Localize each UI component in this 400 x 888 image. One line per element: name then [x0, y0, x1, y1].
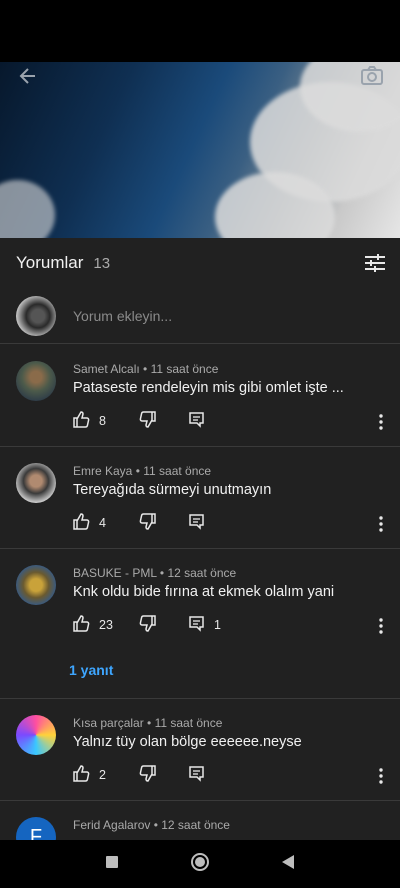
camera-icon[interactable]: [358, 62, 386, 90]
like-count: 8: [99, 414, 106, 428]
reply-count: 1: [214, 618, 221, 632]
reply-icon: [188, 411, 205, 431]
like-count: 4: [99, 516, 106, 530]
comment-author[interactable]: Ferid Agalarov: [73, 818, 150, 832]
home-icon[interactable]: [190, 852, 210, 877]
snow-tree: [0, 180, 55, 238]
reply-button[interactable]: [188, 765, 205, 785]
comment-item: F Ferid Agalarov • 12 saat önce: [0, 801, 400, 840]
more-vert-icon[interactable]: [376, 413, 386, 431]
like-button[interactable]: 4: [73, 513, 106, 533]
view-replies-link[interactable]: 1 yanıt: [69, 662, 113, 678]
filter-icon[interactable]: [362, 250, 388, 276]
dislike-button[interactable]: [139, 765, 156, 785]
comment-item: Samet Alcalı • 11 saat önce Pataseste re…: [0, 345, 400, 447]
like-count: 2: [99, 768, 106, 782]
comment-meta: BASUKE - PML • 12 saat önce: [73, 566, 237, 580]
comment-item: Emre Kaya • 11 saat önce Tereyağıda sürm…: [0, 447, 400, 549]
like-count: 23: [99, 618, 113, 632]
comment-actions: 2: [73, 765, 393, 785]
comment-time: 11 saat önce: [150, 362, 219, 376]
comment-text: Yalnız tüy olan bölge eeeeee.neyse: [73, 734, 302, 750]
comments-header: Yorumlar 13: [0, 238, 400, 288]
comment-time: 11 saat önce: [143, 464, 212, 478]
back-triangle-icon[interactable]: [281, 854, 295, 875]
comment-item: Kısa parçalar • 11 saat önce Yalnız tüy …: [0, 699, 400, 801]
more-vert-icon[interactable]: [376, 515, 386, 533]
avatar[interactable]: F: [16, 817, 56, 840]
comment-actions: 23 1: [73, 615, 393, 635]
reply-button[interactable]: [188, 513, 205, 533]
system-nav-bar: [0, 840, 400, 888]
dislike-button[interactable]: [139, 615, 156, 635]
like-button[interactable]: 8: [73, 411, 106, 431]
comment-time: 12 saat önce: [167, 566, 237, 580]
thumb-up-icon: [73, 411, 90, 431]
thumb-down-icon: [139, 411, 156, 431]
avatar: [16, 295, 56, 336]
thumb-up-icon: [73, 615, 90, 635]
comment-meta: Ferid Agalarov • 12 saat önce: [73, 818, 230, 832]
comment-time: 12 saat önce: [161, 818, 230, 832]
comment-text: Knk oldu bide fırına at ekmek olalım yan…: [73, 584, 335, 600]
reply-icon: [188, 765, 205, 785]
more-vert-icon[interactable]: [376, 767, 386, 785]
status-bar: [0, 0, 400, 62]
comments-count: 13: [93, 254, 111, 272]
dislike-button[interactable]: [139, 513, 156, 533]
avatar-letter: F: [29, 825, 43, 841]
comment-actions: 4: [73, 513, 393, 533]
comment-author[interactable]: Emre Kaya: [73, 464, 132, 478]
comment-author[interactable]: BASUKE - PML: [73, 566, 157, 580]
add-comment-row[interactable]: Yorum ekleyin...: [0, 288, 400, 344]
like-button[interactable]: 2: [73, 765, 106, 785]
like-button[interactable]: 23: [73, 615, 113, 635]
reply-icon: [188, 615, 205, 635]
thumb-up-icon: [73, 765, 90, 785]
thumb-down-icon: [139, 513, 156, 533]
back-arrow-icon[interactable]: [14, 62, 42, 90]
comment-input[interactable]: Yorum ekleyin...: [73, 308, 172, 324]
comment-meta: Kısa parçalar • 11 saat önce: [73, 716, 223, 730]
avatar[interactable]: [16, 361, 56, 401]
reply-button[interactable]: 1: [188, 615, 221, 635]
video-player[interactable]: [0, 62, 400, 238]
dislike-button[interactable]: [139, 411, 156, 431]
comment-item: BASUKE - PML • 12 saat önce Knk oldu bid…: [0, 549, 400, 699]
comment-actions: 8: [73, 411, 393, 431]
reply-button[interactable]: [188, 411, 205, 431]
more-vert-icon[interactable]: [376, 617, 386, 635]
comments-title: Yorumlar: [16, 253, 84, 272]
thumb-down-icon: [139, 765, 156, 785]
avatar[interactable]: [16, 463, 56, 503]
thumb-up-icon: [73, 513, 90, 533]
avatar[interactable]: [16, 715, 56, 755]
comment-author[interactable]: Samet Alcalı: [73, 362, 140, 376]
comment-meta: Emre Kaya • 11 saat önce: [73, 464, 212, 478]
reply-icon: [188, 513, 205, 533]
comment-author[interactable]: Kısa parçalar: [73, 716, 144, 730]
thumb-down-icon: [139, 615, 156, 635]
comment-meta: Samet Alcalı • 11 saat önce: [73, 362, 219, 376]
stop-icon[interactable]: [105, 855, 119, 874]
comment-time: 11 saat önce: [154, 716, 223, 730]
comment-text: Pataseste rendeleyin mis gibi omlet işte…: [73, 380, 344, 396]
avatar[interactable]: [16, 565, 56, 605]
comment-text: Tereyağıda sürmeyi unutmayın: [73, 482, 272, 498]
